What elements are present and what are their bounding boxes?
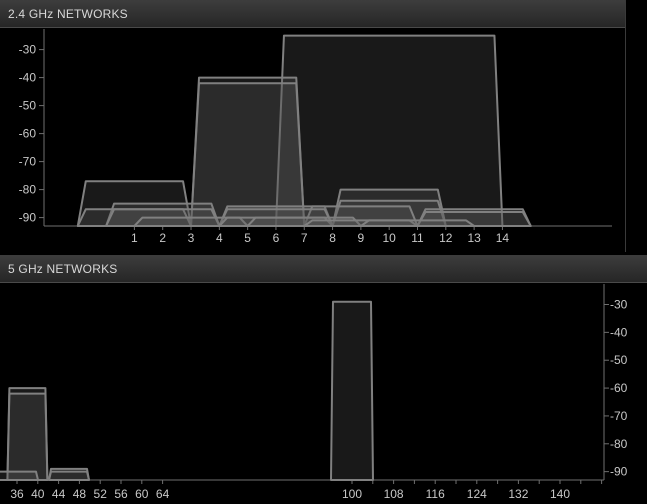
y-tick-label: -60 <box>19 127 37 141</box>
x-tick-label: 12 <box>439 231 453 245</box>
y-tick-label: -50 <box>19 99 37 113</box>
y-tick-label: -80 <box>610 437 628 451</box>
x-tick-label: 3 <box>188 231 195 245</box>
x-tick-label: 9 <box>358 231 365 245</box>
x-tick-label: 2 <box>159 231 166 245</box>
x-tick-label: 60 <box>135 487 149 501</box>
panel-header-24ghz: 2.4 GHz NETWORKS <box>0 0 625 28</box>
chart-24ghz: -30-40-50-60-70-80-901 2 3 4 5 6 7 8 9 10 11 12 13 14 <box>19 29 612 245</box>
x-tick-label: 116 <box>426 487 445 501</box>
network-signal-shape <box>0 470 39 481</box>
x-tick-label: 100 <box>342 487 362 501</box>
y-tick-label: -90 <box>610 465 628 479</box>
y-tick-label: -90 <box>19 211 37 225</box>
x-tick-label: 40 <box>31 487 45 501</box>
network-signal-shape <box>330 300 374 481</box>
x-tick-label: 56 <box>114 487 128 501</box>
y-tick-label: -80 <box>19 183 37 197</box>
y-tick-label: -40 <box>19 71 37 85</box>
x-tick-label: 1 <box>131 231 138 245</box>
panel-title-5ghz: 5 GHz NETWORKS <box>8 262 118 276</box>
y-tick-label: -30 <box>610 298 628 312</box>
x-tick-label: 132 <box>508 487 528 501</box>
network-signal-shape <box>48 470 90 481</box>
y-tick-label: -60 <box>610 381 628 395</box>
y-tick-label: -70 <box>610 409 628 423</box>
x-tick-label: 52 <box>94 487 108 501</box>
network-signal-shape <box>359 219 476 227</box>
x-tick-label: 6 <box>273 231 280 245</box>
x-tick-label: 48 <box>73 487 87 501</box>
x-tick-label: 14 <box>496 231 510 245</box>
x-tick-label: 108 <box>384 487 404 501</box>
y-tick-label: -40 <box>610 325 628 339</box>
networks-24ghz-panel: 2.4 GHz NETWORKS -30 -40 -50 -60 -70 -80 -90 1 2… <box>0 0 626 252</box>
x-tick-label: 4 <box>216 231 223 245</box>
x-tick-label: 64 <box>156 487 170 501</box>
x-tick-label: 140 <box>550 487 570 501</box>
networks-5ghz-panel: 5 GHz NETWORKS -30 -40 -50 -60 -70 -80 -90 36 40… <box>0 255 647 504</box>
x-tick-label: 7 <box>301 231 308 245</box>
network-signal-shape <box>6 392 49 481</box>
x-tick-label: 44 <box>52 487 66 501</box>
x-tick-label: 36 <box>10 487 24 501</box>
x-tick-label: 13 <box>467 231 481 245</box>
y-tick-label: -70 <box>19 155 37 169</box>
x-tick-label: 10 <box>383 231 397 245</box>
x-tick-label: 11 <box>411 231 424 245</box>
x-tick-label: 124 <box>467 487 487 501</box>
panel-header-5ghz: 5 GHz NETWORKS <box>0 255 647 283</box>
y-tick-label: -30 <box>19 43 37 57</box>
chart-5ghz: -30 -40 -50 -60 -70 -80 -90 36 40 44 48 52 56 60 64 100… <box>0 284 628 501</box>
panel-title-24ghz: 2.4 GHz NETWORKS <box>8 7 128 21</box>
x-tick-label: 5 <box>244 231 251 245</box>
y-tick-label: -50 <box>610 353 628 367</box>
x-tick-label: 8 <box>329 231 336 245</box>
